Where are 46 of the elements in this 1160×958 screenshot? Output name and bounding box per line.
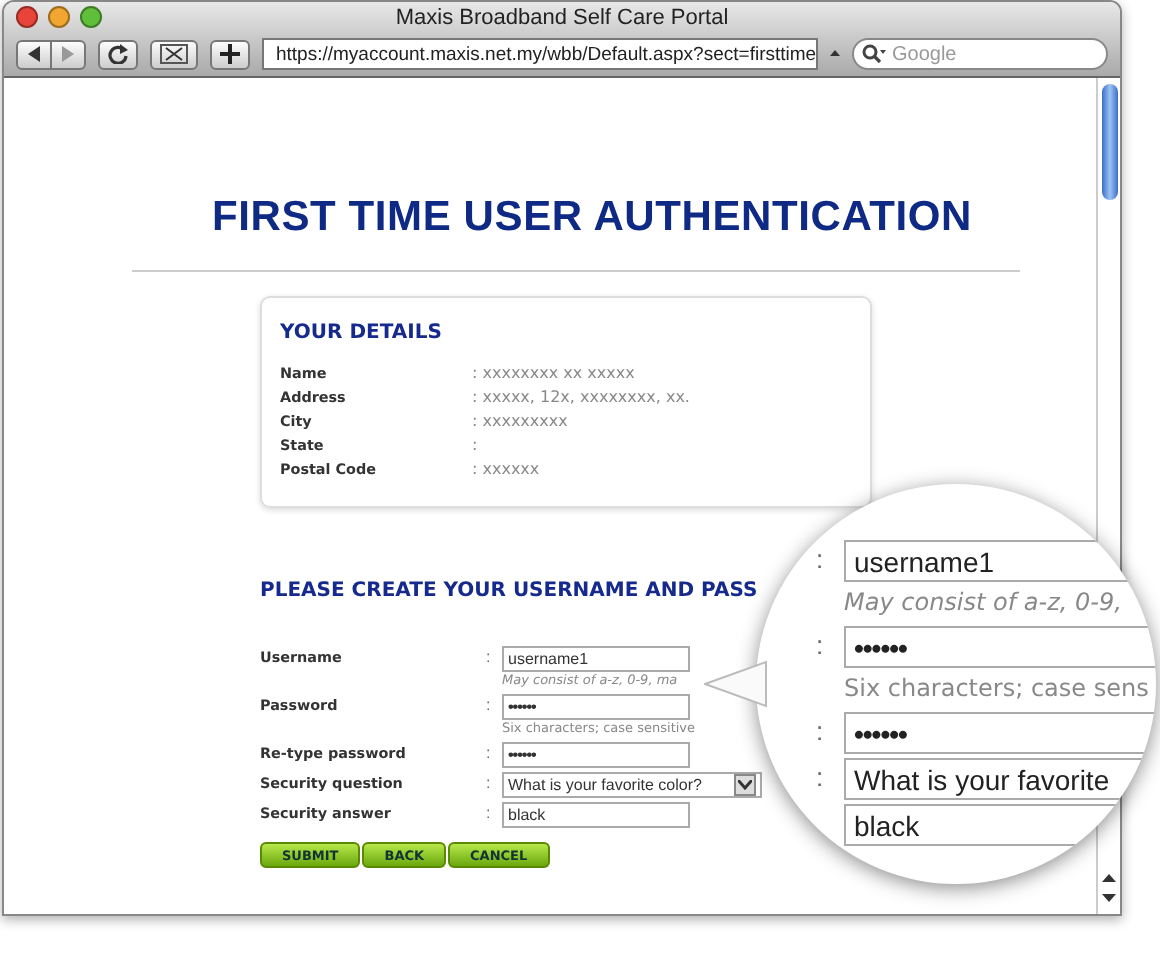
select-field[interactable]: What is your favorite color? [502, 772, 762, 798]
field-value: : xxxxxx [472, 458, 542, 480]
scroll-down-icon[interactable] [1100, 890, 1118, 906]
colon: : [486, 694, 493, 718]
field-value: : xxxxx, 12x, xxxxxxxx, xx. [472, 386, 692, 408]
address-field[interactable]: https://myaccount.maxis.net.my/wbb/Default.aspx?sect=firsttime [262, 38, 818, 70]
scroll-up-icon[interactable] [1100, 870, 1118, 886]
field-value: : [472, 434, 480, 456]
colon: : [486, 646, 493, 670]
colon: : [486, 772, 493, 796]
text-field[interactable]: username1 [502, 646, 690, 672]
forward-button[interactable] [52, 39, 86, 69]
field-value: : xxxxxxxx xx xxxxx [472, 362, 637, 384]
text-field[interactable]: black [502, 802, 690, 828]
caret-icon [738, 780, 752, 790]
minimize-button[interactable] [48, 6, 70, 28]
reload-icon [108, 44, 128, 64]
close-button[interactable] [16, 6, 38, 28]
colon: : [816, 628, 826, 664]
page-heading: FIRST TIME USER AUTHENTICATION [212, 194, 972, 242]
colon: : [816, 760, 826, 796]
hint-text: Six characters; case sens [844, 672, 1151, 704]
back-button[interactable] [16, 39, 52, 69]
hint-text: May consist of a-z, 0-9, [844, 586, 1124, 618]
colon: : [486, 742, 493, 766]
password-field[interactable]: •••••• [502, 742, 690, 768]
password-field[interactable]: •••••• [844, 626, 1156, 668]
colon: : [486, 802, 493, 826]
add-bookmark-button[interactable] [210, 39, 250, 69]
back-icon [26, 46, 42, 62]
password-field[interactable]: •••••• [502, 694, 690, 720]
search-icon [862, 44, 886, 64]
plus-icon [220, 44, 240, 64]
colon: : [816, 542, 826, 578]
forward-icon [60, 46, 76, 62]
password-field[interactable]: •••••• [844, 712, 1156, 754]
snippet-button[interactable] [150, 39, 198, 69]
dropdown-icon [830, 48, 840, 60]
section-title: PLEASE CREATE YOUR USERNAME AND PASS [260, 580, 760, 602]
section-title: YOUR DETAILS [280, 322, 444, 344]
colon: : [816, 714, 826, 750]
zoom-button[interactable] [80, 6, 102, 28]
window-title: Maxis Broadband Self Care Portal [395, 6, 729, 30]
scroll-thumb[interactable] [1101, 84, 1117, 200]
field-value: : xxxxxxxxx [472, 410, 570, 432]
reload-button[interactable] [98, 39, 138, 69]
